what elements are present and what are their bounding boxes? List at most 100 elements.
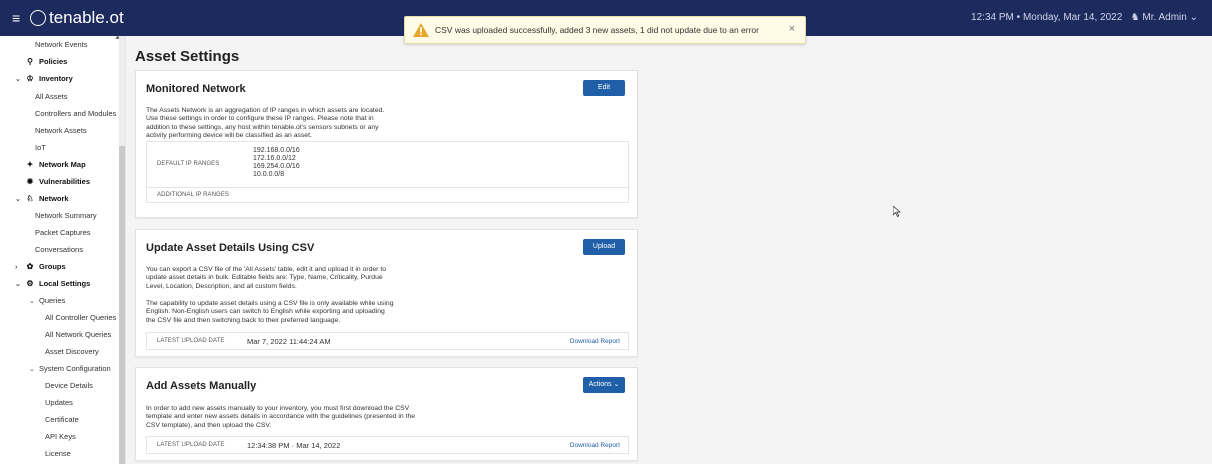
sidebar-item-label: All Controller Queries [45, 313, 117, 322]
network-icon: ♘ [26, 194, 34, 203]
sidebar-item-license[interactable]: License [45, 449, 71, 458]
sidebar-item-label: Vulnerabilities [39, 177, 90, 186]
ip-range: 172.16.0.0/12 [253, 155, 296, 162]
sidebar-item-device-details[interactable]: Device Details [45, 381, 93, 390]
sidebar-item-iot[interactable]: IoT [35, 143, 46, 152]
latest-upload-label: LATEST UPLOAD DATE [157, 338, 225, 344]
sidebar-item-network-assets[interactable]: Network Assets [35, 126, 87, 135]
sidebar-item-label: Inventory [39, 74, 73, 83]
chevron-down-icon: ⌄ [15, 76, 21, 83]
ip-range: 192.168.0.0/16 [253, 147, 300, 154]
sidebar-item-label: Network Summary [35, 211, 97, 220]
user-icon: ♞ [1130, 12, 1140, 23]
sidebar-item-all-controller-queries[interactable]: All Controller Queries [45, 313, 116, 322]
ip-ranges-table: DEFAULT IP RANGES 192.168.0.0/16 172.16.… [146, 141, 630, 203]
latest-upload-row: LATEST UPLOAD DATE Mar 7, 2022 11:44:24 … [146, 332, 629, 350]
scrollbar-thumb[interactable] [119, 146, 125, 464]
card-title: Update Asset Details Using CSV [146, 242, 315, 254]
sidebar-item-label: Conversations [35, 245, 83, 254]
user-menu[interactable]: Mr. Admin [1142, 12, 1186, 23]
hamburger-icon[interactable]: ≡ [12, 10, 20, 26]
update-csv-card: Update Asset Details Using CSV Upload Yo… [135, 229, 638, 357]
sidebar-item-label: IoT [35, 143, 46, 152]
actions-label: Actions [588, 381, 612, 388]
chevron-down-icon: ⌄ [29, 366, 35, 373]
add-assets-manually-card: Add Assets Manually Actions ⌄ In order t… [135, 367, 638, 461]
cursor-icon [893, 206, 901, 217]
sidebar-item-network[interactable]: ⌄ ♘ Network [15, 194, 69, 203]
sidebar-item-certificate[interactable]: Certificate [45, 415, 79, 424]
sidebar-item-label: Network Assets [35, 126, 87, 135]
actions-button[interactable]: Actions ⌄ [583, 377, 625, 393]
monitored-network-card: Monitored Network Edit The Assets Networ… [135, 70, 638, 218]
card-description: You can export a CSV file of the 'All As… [146, 266, 387, 290]
download-report-link[interactable]: Download Report [570, 338, 620, 345]
sidebar-item-conversations[interactable]: Conversations [35, 245, 83, 254]
current-date: Monday, Mar 14, 2022 [1022, 12, 1123, 23]
sidebar-item-label: Policies [39, 57, 68, 66]
brand-name[interactable]: tenable.ot [49, 8, 124, 28]
sidebar-item-api-keys[interactable]: API Keys [45, 432, 76, 441]
sidebar-item-all-network-queries[interactable]: All Network Queries [45, 330, 111, 339]
sidebar-item-groups[interactable]: › ✿ Groups [15, 262, 66, 271]
sidebar-item-label: Network [39, 194, 69, 203]
sidebar-item-asset-discovery[interactable]: Asset Discovery [45, 347, 99, 356]
latest-upload-value: Mar 7, 2022 11:44:24 AM [247, 337, 331, 346]
card-title: Monitored Network [146, 83, 246, 95]
sidebar-item-local-settings[interactable]: ⌄ ⚙ Local Settings [15, 279, 90, 288]
edit-button[interactable]: Edit [583, 80, 625, 96]
current-time: 12:34 PM [971, 12, 1014, 23]
sidebar-item-label: Local Settings [39, 279, 91, 288]
sidebar-item-label: Controllers and Modules [35, 109, 117, 118]
sidebar-scrollbar[interactable] [119, 36, 125, 464]
sidebar-item-packet-captures[interactable]: Packet Captures [35, 228, 90, 237]
ip-range: 169.254.0.0/16 [253, 163, 300, 170]
sidebar: ▲ Network Events ⚲ Policies ⌄ ♔ Inventory A… [0, 34, 126, 464]
download-report-link[interactable]: Download Report [570, 442, 620, 449]
sidebar-item-label: Network Map [39, 160, 86, 169]
warning-icon [413, 23, 429, 37]
inventory-icon: ♔ [26, 74, 34, 83]
default-ip-ranges-label: DEFAULT IP RANGES [157, 161, 220, 167]
close-icon[interactable]: × [789, 23, 795, 35]
sidebar-item-updates[interactable]: Updates [45, 398, 73, 407]
sidebar-item-network-summary[interactable]: Network Summary [35, 211, 97, 220]
sidebar-item-label: Certificate [45, 415, 79, 424]
page-title: Asset Settings [135, 48, 240, 65]
bug-icon: ✹ [26, 177, 34, 186]
card-note: The capability to update asset details u… [146, 300, 394, 324]
sidebar-item-policies[interactable]: ⚲ Policies [25, 57, 67, 66]
sidebar-item-label: Packet Captures [35, 228, 91, 237]
sidebar-item-label: API Keys [45, 432, 76, 441]
sidebar-item-controllers[interactable]: Controllers and Modules [35, 109, 116, 118]
chevron-down-icon: ⌄ [15, 281, 21, 288]
sidebar-item-inventory[interactable]: ⌄ ♔ Inventory [15, 74, 73, 83]
sidebar-item-label: System Configuration [39, 364, 111, 373]
sidebar-item-label: Network Events [35, 40, 88, 49]
network-map-icon: ✦ [26, 160, 34, 169]
sidebar-item-label: Groups [39, 262, 66, 271]
latest-upload-label: LATEST UPLOAD DATE [157, 442, 225, 448]
card-description: In order to add new assets manually to y… [146, 405, 416, 429]
sidebar-item-vulnerabilities[interactable]: ✹ Vulnerabilities [25, 177, 90, 186]
sidebar-item-network-events[interactable]: Network Events [35, 40, 88, 49]
success-toast: CSV was uploaded successfully, added 3 n… [404, 16, 806, 44]
card-description: The Assets Network is an aggregation of … [146, 107, 385, 140]
sidebar-item-network-map[interactable]: ✦ Network Map [25, 160, 86, 169]
sidebar-item-queries[interactable]: ⌄ Queries [29, 296, 65, 305]
chevron-down-icon: ⌄ [613, 381, 620, 388]
table-divider [147, 187, 630, 188]
toast-message: CSV was uploaded successfully, added 3 n… [435, 25, 759, 35]
latest-upload-value: 12:34:38 PM · Mar 14, 2022 [247, 441, 341, 450]
sidebar-item-label: All Network Queries [45, 330, 112, 339]
sidebar-item-label: License [45, 449, 71, 458]
separator: • [1016, 12, 1021, 23]
upload-button[interactable]: Upload [583, 239, 625, 255]
additional-ip-ranges-label: ADDITIONAL IP RANGES [157, 192, 230, 198]
sidebar-item-all-assets[interactable]: All Assets [35, 92, 68, 101]
groups-icon: ✿ [26, 262, 34, 271]
sidebar-item-system-configuration[interactable]: ⌄ System Configuration [29, 364, 111, 373]
chevron-down-icon[interactable]: ⌄ [1190, 12, 1198, 23]
sidebar-item-label: Asset Discovery [45, 347, 99, 356]
sidebar-item-label: Device Details [45, 381, 93, 390]
